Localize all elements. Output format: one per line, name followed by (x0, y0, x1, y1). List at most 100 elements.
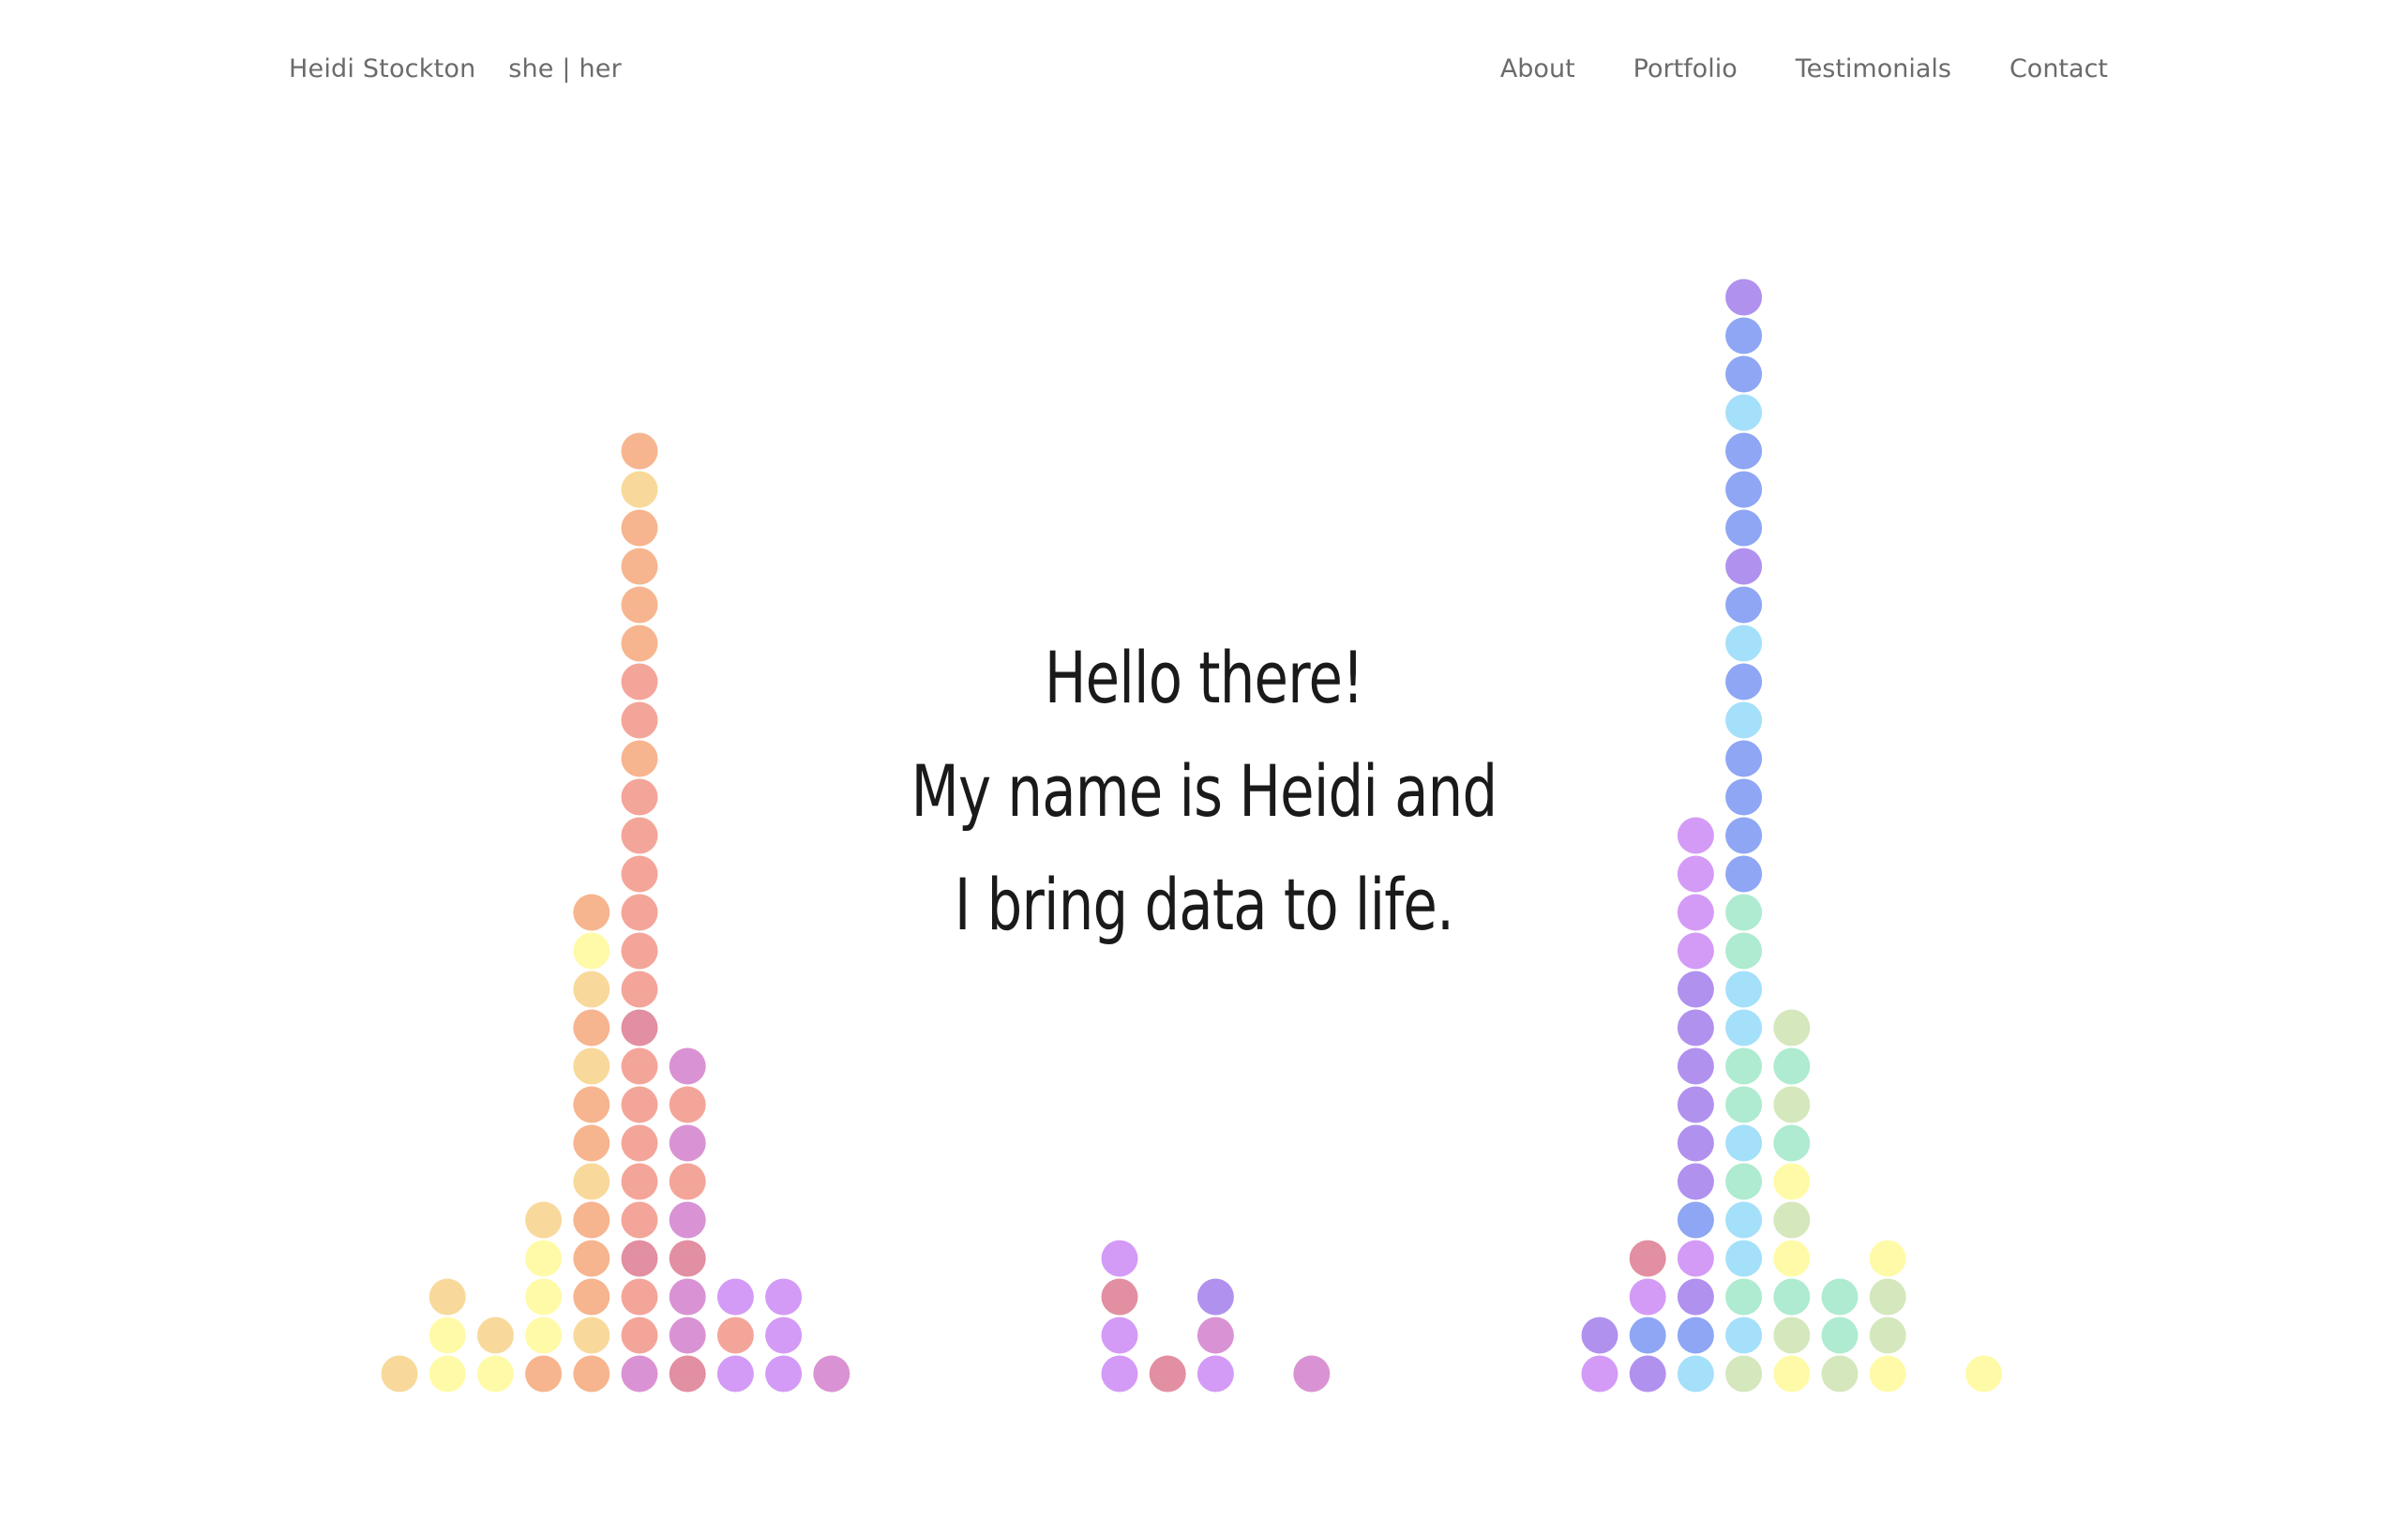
histogram-dot (1725, 279, 1763, 316)
histogram-dot (1773, 1355, 1811, 1393)
histogram-dot (476, 1355, 514, 1393)
histogram-dot (1677, 1355, 1714, 1393)
histogram-dot (669, 1240, 706, 1277)
histogram-dot (1677, 1086, 1714, 1123)
histogram-dot (621, 1317, 658, 1354)
histogram-dot (1773, 1086, 1811, 1123)
histogram-dot (621, 1278, 658, 1316)
histogram-dot (1821, 1355, 1859, 1393)
histogram-dot (669, 1086, 706, 1123)
histogram-dot (669, 1047, 706, 1085)
histogram-dot (1725, 548, 1763, 585)
histogram-dot (1196, 1355, 1234, 1393)
histogram-dot (1869, 1317, 1906, 1354)
histogram-dot (1821, 1317, 1859, 1354)
histogram-dot (1677, 1124, 1714, 1162)
histogram-dot (621, 1009, 658, 1047)
histogram-dot (1725, 1047, 1763, 1085)
histogram-dot (1101, 1355, 1138, 1393)
histogram-dot (1725, 1201, 1763, 1239)
histogram-dot (1677, 1047, 1714, 1085)
histogram-dot (813, 1355, 850, 1393)
hero-line-2: My name is Heidi and (911, 749, 1497, 833)
histogram-dot (573, 1047, 610, 1085)
histogram-dot (573, 1240, 610, 1277)
histogram-dot (1725, 394, 1763, 431)
histogram-dot (1725, 1355, 1763, 1393)
histogram-dot (621, 432, 658, 470)
histogram-dot (669, 1163, 706, 1200)
histogram-dot (1725, 509, 1763, 547)
histogram-dot (525, 1201, 563, 1239)
histogram-dot (1629, 1355, 1666, 1393)
histogram-dot (621, 548, 658, 585)
hero-line-3: I bring data to life. (954, 863, 1454, 946)
histogram-dot (621, 1163, 658, 1200)
histogram-dot (1629, 1317, 1666, 1354)
histogram-dot (429, 1355, 466, 1393)
histogram-dot (1196, 1278, 1234, 1316)
histogram-dot (716, 1278, 754, 1316)
histogram-dot (1725, 1278, 1763, 1316)
histogram-dot (573, 1317, 610, 1354)
histogram-dot (573, 1124, 610, 1162)
histogram-dot (1773, 1163, 1811, 1200)
histogram-dot (1725, 317, 1763, 354)
histogram-dot (1725, 471, 1763, 508)
histogram-dot (765, 1355, 803, 1393)
histogram-dot (1725, 1240, 1763, 1277)
histogram-dot (621, 1240, 658, 1277)
histogram-dot (621, 586, 658, 624)
histogram-dot (669, 1317, 706, 1354)
histogram-dot (1196, 1317, 1234, 1354)
histogram-dot (1773, 1201, 1811, 1239)
histogram-dot (525, 1240, 563, 1277)
histogram-dot (573, 1278, 610, 1316)
histogram-dot (1629, 1240, 1666, 1277)
histogram-dot (525, 1355, 563, 1393)
histogram-dot (669, 1355, 706, 1393)
histogram-dot (381, 1355, 418, 1393)
histogram-dot (1869, 1355, 1906, 1393)
histogram-dot (1677, 1317, 1714, 1354)
histogram-dot (1773, 1240, 1811, 1277)
histogram-dot (1581, 1355, 1618, 1393)
histogram-dot (1677, 1278, 1714, 1316)
histogram-dot (1725, 971, 1763, 1008)
histogram-dot (621, 509, 658, 547)
histogram-dot (1773, 1317, 1811, 1354)
histogram-dot (1821, 1278, 1859, 1316)
histogram-dot (621, 1201, 658, 1239)
histogram-dot (1965, 1355, 2003, 1393)
histogram-dot (573, 971, 610, 1008)
histogram-dot (716, 1317, 754, 1354)
histogram-dot (525, 1317, 563, 1354)
histogram-dot (1629, 1278, 1666, 1316)
histogram-dot (716, 1355, 754, 1393)
histogram-dot (429, 1317, 466, 1354)
histogram-dot (1869, 1278, 1906, 1316)
histogram-dot (1101, 1317, 1138, 1354)
histogram-dot (573, 1201, 610, 1239)
histogram-dot (573, 1355, 610, 1393)
histogram-dot (1725, 1163, 1763, 1200)
histogram-dot (1677, 1201, 1714, 1239)
histogram-dot (621, 1124, 658, 1162)
histogram-dot (1773, 1124, 1811, 1162)
histogram-dot (669, 1124, 706, 1162)
histogram-dot (1869, 1240, 1906, 1277)
histogram-dot (1725, 355, 1763, 393)
histogram-dot (765, 1317, 803, 1354)
histogram-dot (1149, 1355, 1186, 1393)
histogram-dot (621, 1086, 658, 1123)
histogram-dot (669, 1278, 706, 1316)
histogram-dot (1677, 971, 1714, 1008)
histogram-dot (765, 1278, 803, 1316)
histogram-dot (1725, 1317, 1763, 1354)
histogram-dot (573, 1009, 610, 1047)
histogram-dot (621, 1047, 658, 1085)
histogram-dot (1581, 1317, 1618, 1354)
histogram-dot (1101, 1240, 1138, 1277)
histogram-dot (1725, 1086, 1763, 1123)
histogram-dot (573, 1086, 610, 1123)
